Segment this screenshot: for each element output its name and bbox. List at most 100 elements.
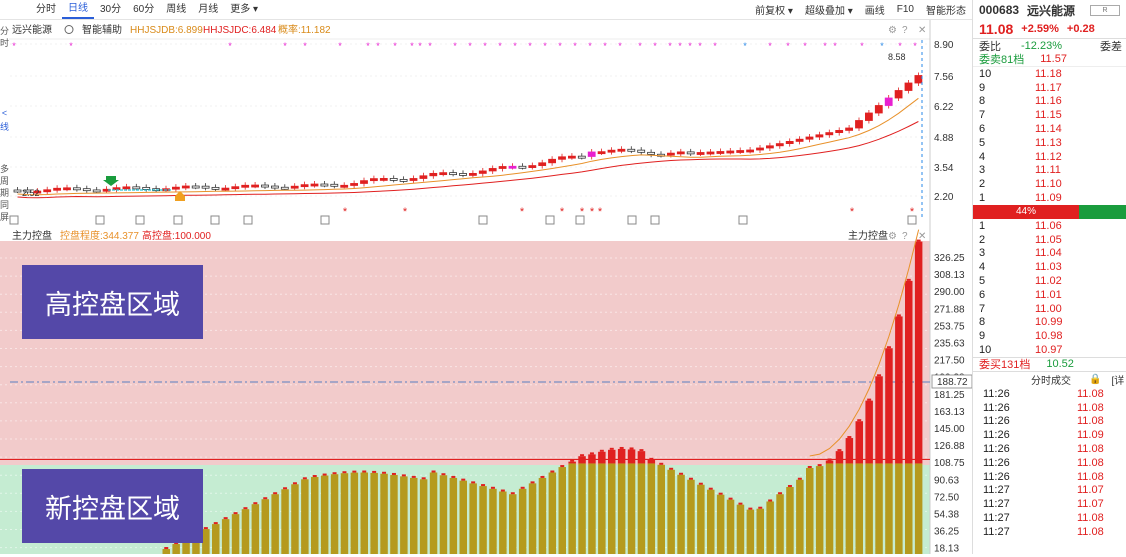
toolbar-right-item-4[interactable]: 智能形态 (920, 2, 972, 17)
signal-star: * (678, 41, 682, 51)
event-icon[interactable] (9, 215, 19, 225)
candle (538, 162, 547, 166)
indicator-stock-name: 远兴能源 (12, 23, 52, 36)
ask-row[interactable]: 3 11.11 (973, 164, 1126, 178)
tab-1[interactable]: 日线 (62, 0, 94, 19)
event-icon[interactable] (173, 215, 183, 225)
bar-top-marker (164, 547, 169, 550)
tab-3[interactable]: 60分 (127, 0, 160, 20)
bid-row[interactable]: 8 10.99 (973, 316, 1126, 330)
candle (201, 185, 210, 189)
event-icon[interactable] (627, 215, 637, 225)
event-icon[interactable] (243, 215, 253, 225)
control-bar (311, 477, 319, 554)
sub-axis-label: 36.25 (934, 527, 959, 538)
bid-row[interactable]: 7 11.00 (973, 302, 1126, 316)
dropdown-icon[interactable] (64, 25, 74, 34)
event-icon[interactable] (545, 215, 555, 225)
ask-row[interactable]: 8 11.16 (973, 95, 1126, 109)
control-bar (558, 467, 566, 554)
bid-row[interactable]: 9 10.98 (973, 329, 1126, 343)
ask-row[interactable]: 6 11.14 (973, 122, 1126, 136)
tick-price: 11.08 (1077, 512, 1104, 524)
control-bar (905, 463, 913, 554)
ask-row[interactable]: 2 11.10 (973, 177, 1126, 191)
signal-star: * (698, 41, 702, 51)
control-bar (578, 463, 586, 554)
tick-time: 11:27 (983, 498, 1010, 511)
tab-2[interactable]: 30分 (94, 0, 127, 20)
event-icon[interactable] (478, 215, 488, 225)
bar-top-marker (461, 478, 466, 481)
bid-list: 1 11.06 2 11.05 3 11.04 4 11.03 5 11.02 6 11.01 7 11.… (973, 219, 1126, 357)
ask-row[interactable]: 1 11.09 (973, 191, 1126, 205)
event-icon[interactable] (738, 215, 748, 225)
event-icon[interactable] (320, 215, 330, 225)
event-icon[interactable] (95, 215, 105, 225)
candle (409, 178, 418, 181)
ask-row[interactable]: 9 11.17 (973, 81, 1126, 95)
event-icon[interactable] (210, 215, 220, 225)
toolbar-right-item-2[interactable]: 画线 (859, 2, 891, 17)
bid-row[interactable]: 5 11.02 (973, 274, 1126, 288)
signal-star-red: * (580, 206, 585, 218)
ask-row[interactable]: 7 11.15 (973, 108, 1126, 122)
candle (181, 185, 190, 189)
bar-top-marker (273, 492, 278, 495)
bid-row[interactable]: 6 11.01 (973, 288, 1126, 302)
ask-row[interactable]: 5 11.13 (973, 136, 1126, 150)
high-price-label: 8.58 (888, 52, 906, 62)
sell-summary-label: 委卖81档 (979, 54, 1025, 66)
change-percent: +2.59% (1021, 23, 1059, 35)
bid-row[interactable]: 4 11.03 (973, 260, 1126, 274)
assist-label[interactable]: 智能辅助 (82, 23, 122, 36)
tick-row: 11:26 11.09 (973, 428, 1126, 442)
signal-star: * (468, 41, 472, 51)
kline-chart[interactable]: 远兴能源 智能辅助 HHJSJDB:6.899 HHJSJDC:6.484 概率:11.… (0, 20, 972, 242)
control-bar (667, 469, 675, 554)
high-control-value: 高控盘:100.000 (142, 229, 211, 242)
toolbar-right-item-1[interactable]: 超级叠加 ▾ (799, 2, 859, 17)
gear-icon[interactable]: ⚙ (888, 25, 897, 36)
bar-top-marker (867, 398, 872, 401)
signal-star: * (283, 41, 287, 51)
buy-summary-value: 10.52 (1046, 358, 1074, 371)
hhjsjdb-value: HHJSJDB:6.899 (130, 25, 203, 36)
ask-row[interactable]: 4 11.12 (973, 150, 1126, 164)
control-bar (726, 499, 735, 554)
toolbar-right-item-0[interactable]: 前复权 ▾ (749, 2, 799, 17)
ask-row[interactable]: 10 11.18 (973, 67, 1126, 81)
tab-6[interactable]: 更多 ▾ (224, 0, 264, 20)
signal-star: * (823, 41, 827, 51)
tab-0[interactable]: 分时 (30, 0, 62, 20)
candle (617, 148, 626, 152)
event-icon[interactable] (135, 215, 145, 225)
help-icon[interactable]: ? (902, 25, 908, 36)
signal-star: * (228, 41, 232, 51)
tab-4[interactable]: 周线 (160, 0, 192, 20)
candle (805, 136, 814, 140)
bar-top-marker (352, 470, 357, 473)
toolbar-right-item-3[interactable]: F10 (891, 4, 920, 15)
tick-price: 11.08 (1077, 525, 1104, 538)
signal-star: * (618, 41, 622, 51)
close-icon[interactable]: ✕ (918, 25, 926, 36)
help-icon[interactable]: ? (902, 231, 908, 242)
control-bar-high (835, 451, 844, 464)
bid-row[interactable]: 1 11.06 (973, 219, 1126, 233)
tab-5[interactable]: 月线 (192, 0, 224, 20)
control-bar (637, 463, 646, 554)
gear-icon[interactable]: ⚙ (888, 231, 897, 242)
bid-row[interactable]: 2 11.05 (973, 233, 1126, 247)
bid-row[interactable]: 10 10.97 (973, 343, 1126, 357)
tick-time: 11:26 (983, 470, 1010, 483)
r-button[interactable]: R (1090, 4, 1120, 16)
chart-toolbar: 分时 日线 30分 60分 周线 月线 更多 ▾ 前复权 ▾ 超级叠加 ▾ 画线 F10 智能形态 (0, 0, 972, 20)
lock-icon[interactable]: 🔒 (1089, 374, 1101, 385)
control-bar (400, 476, 408, 554)
ticks-detail-link[interactable]: [详 (1111, 372, 1124, 387)
signal-star-red: * (560, 206, 565, 218)
ticks-list: 11:26 11.08 11:26 11.08 11:26 11.08 11:26 11.09… (973, 387, 1126, 539)
bid-row[interactable]: 3 11.04 (973, 247, 1126, 261)
event-icon[interactable] (650, 215, 660, 225)
